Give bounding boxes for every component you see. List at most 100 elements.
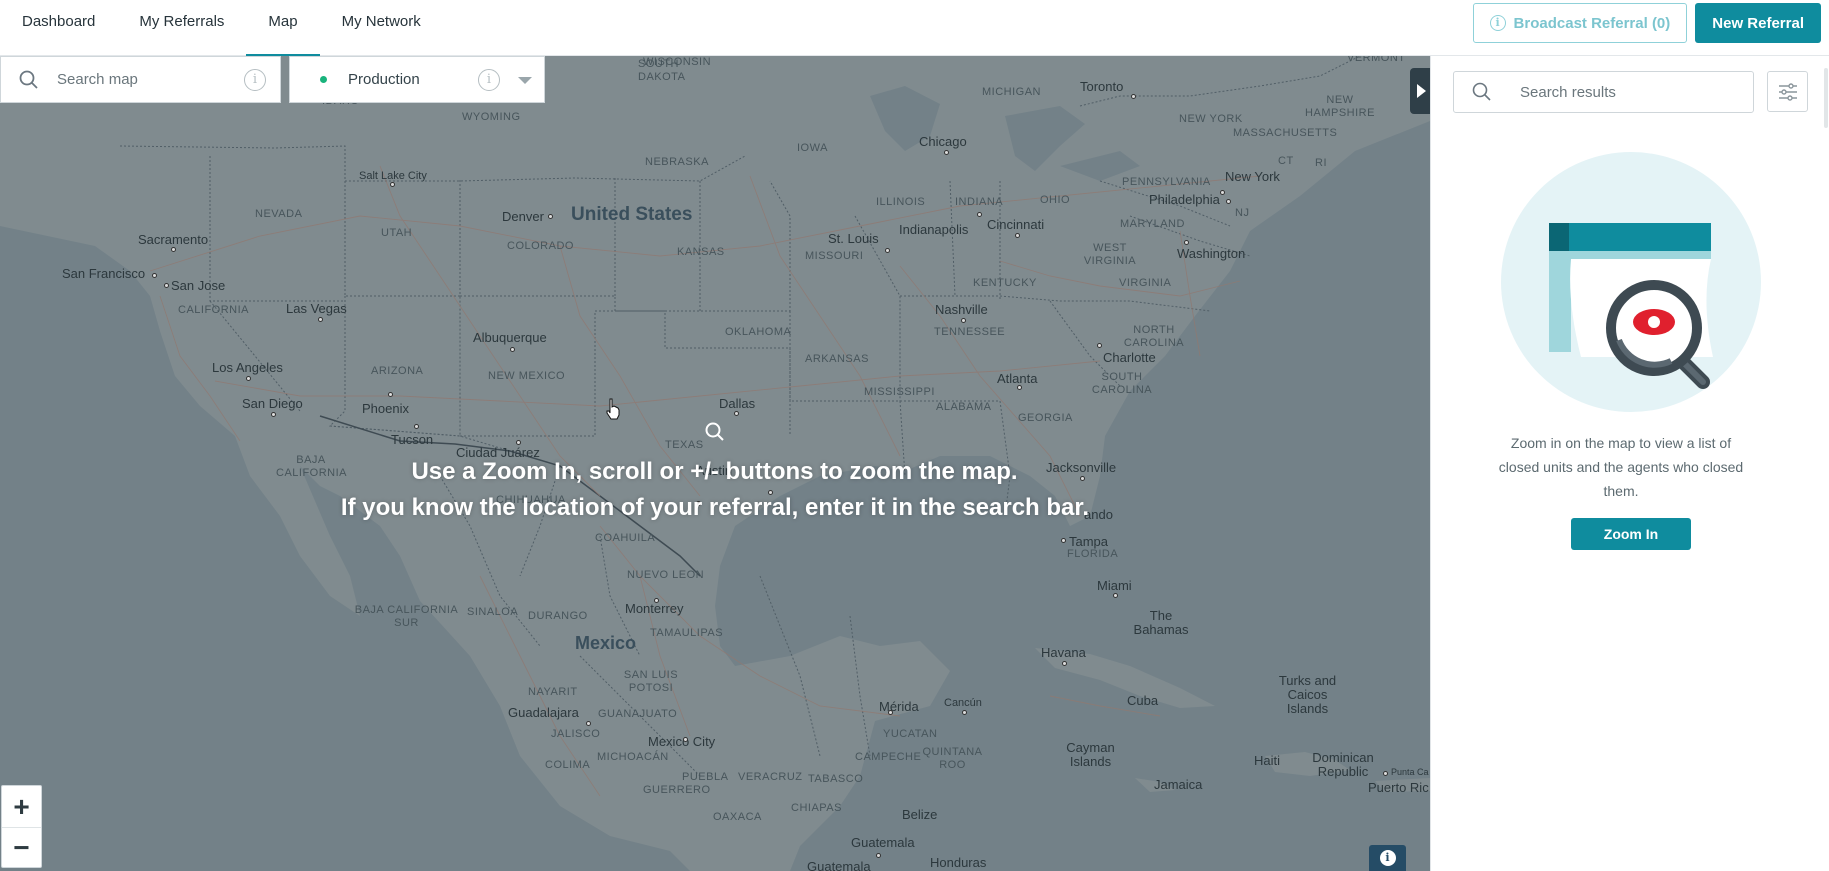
map-label: PUEBLA [682,771,729,783]
zoom-in-cta-button[interactable]: Zoom In [1571,518,1691,550]
map-label: DURANGO [528,610,588,622]
city-marker [414,424,419,429]
map-label: NEW MEXICO [488,370,566,382]
map-label: Denver [502,209,544,224]
environment-select[interactable]: Production i [289,56,545,103]
results-panel: Search results Zoom in on the map to vie… [1430,56,1829,871]
new-referral-button[interactable]: New Referral [1695,3,1821,43]
city-marker [271,412,276,417]
map-label: MICHOACÁN [597,751,669,763]
map-label: BAJA CALIFORNIA SUR [354,604,459,629]
map-label: Mérida [879,699,919,714]
map-label: QUINTANA ROO [922,746,983,771]
map-label: ARIZONA [371,365,424,377]
map-label: MICHIGAN [982,86,1041,98]
map-search-placeholder: Search map [57,71,138,88]
city-marker [318,317,323,322]
city-marker [1097,343,1102,348]
city-marker [1220,190,1225,195]
hand-cursor-icon [606,398,620,420]
map-label: OAXACA [713,811,762,823]
map-search-input[interactable]: Search map i [0,56,281,103]
map-label: Nashville [935,302,988,317]
map-label: Tucson [391,432,434,447]
map-label: KANSAS [677,246,725,258]
city-marker [1113,593,1118,598]
map-label: OKLAHOMA [725,326,792,338]
city-marker [876,853,881,858]
info-icon[interactable]: i [478,69,500,91]
map-label: YUCATAN [883,728,938,740]
map-label: Atlanta [997,371,1038,386]
map-label: RI [1315,157,1327,169]
map-label: COAHUILA [595,532,656,544]
map-label: NEW HAMPSHIRE [1305,94,1375,119]
map-label: Dallas [719,396,756,411]
map-attribution-button[interactable]: i [1369,845,1406,871]
map-label: ALABAMA [936,401,992,413]
tab-dashboard[interactable]: Dashboard [0,0,117,56]
map-label: ando [1084,507,1113,522]
map-label: San Francisco [62,266,146,281]
city-marker [246,376,251,381]
map-label: KENTUCKY [973,277,1037,289]
broadcast-referral-button[interactable]: i Broadcast Referral (0) [1472,3,1688,43]
map-label: VERMONT [1347,56,1406,64]
map-label: GUERRERO [643,784,711,796]
map-label: St. Louis [828,231,879,246]
map-label: Jamaica [1154,777,1203,792]
map-label: SOUTH CAROLINA [1091,371,1153,396]
map-label: Washington [1177,246,1246,261]
results-search-input[interactable]: Search results [1453,71,1754,113]
map-label: BAJA CALIFORNIA [276,454,348,479]
city-marker [1061,538,1066,543]
panel-toggle-button[interactable] [1410,68,1430,114]
map-label: TAMAULIPAS [650,627,724,639]
city-marker [171,247,176,252]
map-label: San Diego [242,396,303,411]
map-label: Haiti [1254,753,1281,768]
map-label: JALISCO [551,728,601,740]
status-dot-icon [320,76,327,83]
map-label: TEXAS [665,439,704,451]
tab-my-network[interactable]: My Network [320,0,443,56]
map-label: TENNESSEE [934,326,1006,338]
broadcast-referral-label: Broadcast Referral (0) [1513,14,1671,32]
empty-state-message: Zoom in on the map to view a list of clo… [1498,435,1744,499]
map-label: Albuquerque [473,330,547,345]
map-label: CALIFORNIA [178,304,250,316]
filter-button[interactable] [1767,71,1808,112]
tab-my-referrals[interactable]: My Referrals [117,0,246,56]
map-label: FLORIDA [1067,548,1119,560]
map-label: GEORGIA [1018,412,1073,424]
zoom-in-button[interactable]: + [2,786,41,827]
city-marker [696,501,701,506]
map-label: MISSISSIPPI [864,386,935,398]
environment-value: Production [348,71,420,88]
map-label: Turks and Caicos Islands [1278,673,1337,716]
search-icon [19,70,38,89]
zoom-out-button[interactable]: − [2,827,41,868]
city-marker [1184,240,1189,245]
city-marker [944,150,949,155]
map-canvas[interactable]: WISCONSIN SOUTH DAKOTA MICHIGAN Toronto … [0,56,1430,871]
map-label: Toronto [1080,79,1124,94]
map-label: CHIHUAHUA [496,494,566,506]
map-label: Austin [696,463,733,478]
zoom-illustration-icon [1501,152,1761,412]
map-label: MARYLAND [1120,218,1185,230]
city-marker [888,710,893,715]
map-label: SAN LUIS POTOSI [623,669,679,694]
city-marker [152,273,157,278]
scrollbar[interactable] [1824,68,1828,128]
tab-map[interactable]: Map [246,0,320,56]
map-label: Punta Ca [1391,767,1429,777]
map-label: ARKANSAS [805,353,869,365]
map-label: Tampa [1069,534,1109,549]
info-icon[interactable]: i [244,69,266,91]
city-marker [885,248,890,253]
map-label: Honduras [930,855,987,870]
chevron-down-icon[interactable] [518,77,532,84]
map-label: MASSACHUSETTS [1233,127,1338,139]
map-label: Sacramento [138,232,209,247]
